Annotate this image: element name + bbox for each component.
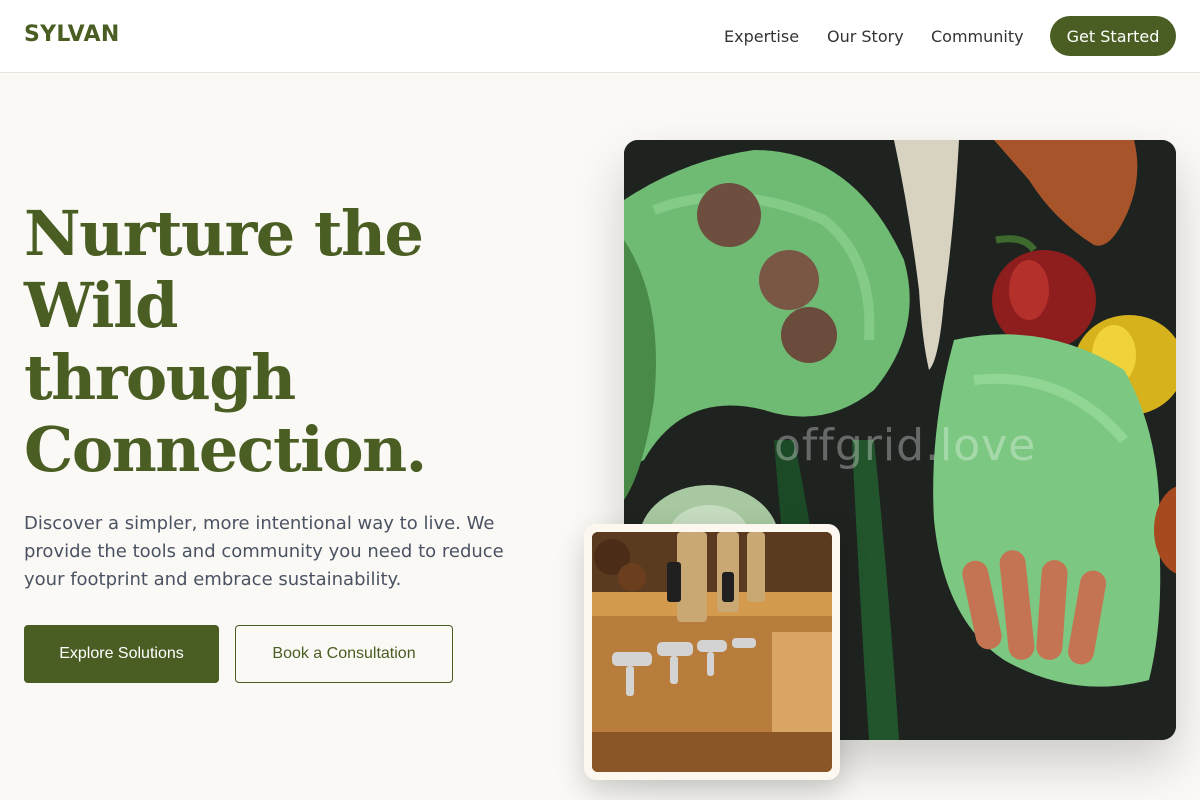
bulk-store-image-frame (584, 524, 840, 780)
nav-link-expertise[interactable]: Expertise (724, 27, 799, 46)
hero-title-line: Wild (24, 269, 179, 342)
explore-solutions-button[interactable]: Explore Solutions (24, 625, 219, 683)
bulk-dispensers-illustration (592, 532, 832, 772)
top-navigation-bar: SYLVAN Expertise Our Story Community Get… (0, 0, 1200, 73)
brand-logo[interactable]: SYLVAN (24, 22, 120, 47)
image-watermark: offgrid.love (774, 420, 1037, 471)
hero-description: Discover a simpler, more intentional way… (24, 513, 504, 590)
nav-link-our-story[interactable]: Our Story (827, 27, 904, 46)
book-consultation-button[interactable]: Book a Consultation (235, 625, 453, 683)
hero-title-line: Nurture the (24, 197, 424, 270)
get-started-button[interactable]: Get Started (1050, 16, 1176, 56)
nav-link-community[interactable]: Community (931, 27, 1024, 46)
hero-title: Nurture the Wild through Connection. (24, 198, 544, 486)
bulk-store-image (592, 532, 832, 772)
hero-title-line: through (24, 341, 296, 414)
hero-title-line: Connection. (24, 413, 427, 486)
